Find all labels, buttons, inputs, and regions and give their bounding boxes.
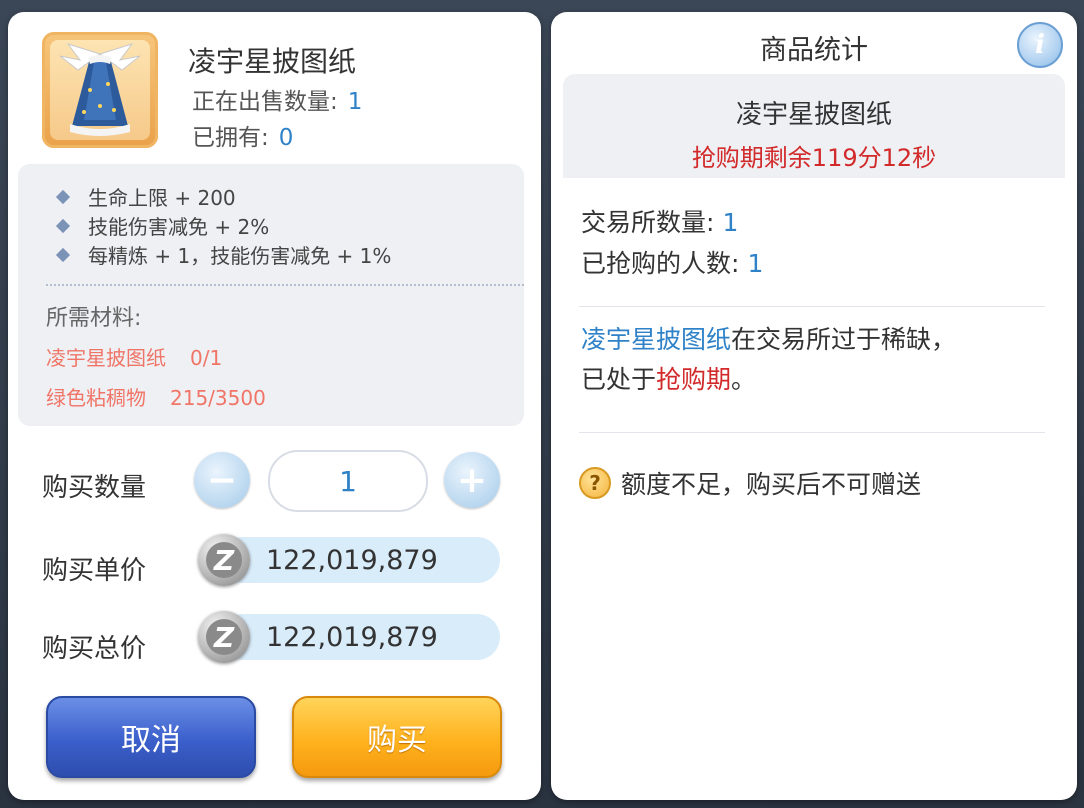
diamond-bullet-icon	[55, 247, 71, 262]
quantity-value: 1	[339, 464, 357, 498]
stats-body: 交易所数量: 1 已抢购的人数: 1 凌宇星披图纸在交易所过于稀缺， 已处于抢购期。…	[563, 178, 1065, 766]
info-button[interactable]: i	[1017, 22, 1063, 68]
minus-icon: −	[206, 459, 238, 501]
divider	[46, 284, 524, 286]
item-thumbnail[interactable]	[42, 32, 158, 148]
item-name: 凌宇星披图纸	[188, 45, 357, 78]
material-row[interactable]: 绿色粘稠物 215/3500	[46, 382, 266, 411]
diamond-bullet-icon	[55, 218, 71, 233]
desc-item-link[interactable]: 凌宇星披图纸	[581, 325, 731, 354]
minus-button[interactable]: −	[194, 452, 250, 508]
desc-text: 在交易所过于稀缺，	[731, 325, 957, 354]
buy-button[interactable]: 购买	[292, 696, 502, 778]
material-qty: 215/3500	[170, 386, 266, 410]
plus-button[interactable]: +	[444, 452, 500, 508]
zeny-coin-symbol: Z	[213, 620, 235, 654]
stats-panel: 商品统计 i 凌宇星披图纸 抢购期剩余119分12秒 交易所数量: 1 已抢购的人…	[551, 12, 1077, 800]
unit-price-value: 122,019,879	[266, 544, 438, 576]
desc-highlight: 抢购期	[656, 365, 732, 394]
diamond-bullet-icon	[55, 189, 71, 204]
owned-label: 已拥有:	[192, 125, 269, 151]
stats-item-name: 凌宇星披图纸	[735, 100, 892, 130]
flash-sale-timer: 抢购期剩余119分12秒	[691, 144, 937, 172]
attribute-row: 技能伤害减免 + 2%	[55, 211, 270, 240]
zeny-coin-symbol: Z	[213, 543, 235, 577]
zeny-coin-icon: Z	[198, 534, 250, 586]
info-icon: i	[1035, 30, 1045, 60]
quota-warning: ? 额度不足，购买后不可赠送	[579, 465, 921, 501]
stats-title: 商品统计	[760, 35, 868, 66]
material-row[interactable]: 凌宇星披图纸 0/1	[46, 342, 222, 371]
owned-value: 0	[278, 125, 294, 151]
cancel-label: 取消	[121, 723, 181, 758]
selling-count: 正在出售数量: 1	[192, 82, 362, 116]
unit-price-label: 购买单价	[42, 556, 147, 586]
buyers-value: 1	[747, 249, 764, 278]
plus-icon: +	[456, 459, 488, 501]
buyers-label: 已抢购的人数:	[581, 249, 740, 278]
exchange-label: 交易所数量:	[581, 208, 715, 237]
cancel-button[interactable]: 取消	[46, 696, 256, 778]
question-icon[interactable]: ?	[579, 467, 611, 499]
attribute-row: 每精炼 + 1，技能伤害减免 + 1%	[55, 240, 392, 269]
divider	[579, 306, 1045, 307]
desc-text: 已处于	[581, 365, 657, 394]
selling-value: 1	[347, 89, 363, 115]
desc-text: 。	[731, 365, 757, 394]
quantity-input[interactable]: 1	[268, 450, 428, 512]
attribute-text: 每精炼 + 1，技能伤害减免 + 1%	[88, 244, 392, 268]
exchange-count: 交易所数量: 1	[581, 203, 738, 239]
zeny-coin-icon: Z	[198, 611, 250, 663]
stats-content: 凌宇星披图纸 抢购期剩余119分12秒 交易所数量: 1 已抢购的人数: 1 凌宇星…	[563, 74, 1065, 766]
material-name: 凌宇星披图纸	[46, 346, 166, 370]
unit-price-bar: 122,019,879	[220, 537, 500, 583]
buy-label: 购买	[367, 723, 427, 758]
divider	[579, 432, 1045, 433]
warning-text: 额度不足，购买后不可赠送	[621, 470, 922, 499]
attribute-box: 生命上限 + 200 技能伤害减免 + 2% 每精炼 + 1，技能伤害减免 + …	[18, 164, 524, 426]
attribute-text: 生命上限 + 200	[88, 186, 236, 210]
selling-label: 正在出售数量:	[192, 89, 338, 115]
quantity-label: 购买数量	[42, 473, 147, 503]
scarcity-description: 凌宇星披图纸在交易所过于稀缺， 已处于抢购期。	[581, 320, 1051, 400]
cape-icon	[50, 40, 150, 140]
question-symbol: ?	[589, 471, 601, 495]
material-name: 绿色粘稠物	[46, 386, 146, 410]
buyers-count: 已抢购的人数: 1	[581, 244, 763, 280]
purchase-panel: 凌宇星披图纸 正在出售数量: 1 已拥有: 0 生命上限 + 200 技能伤害减免 …	[8, 12, 541, 800]
material-qty: 0/1	[190, 346, 223, 370]
attribute-row: 生命上限 + 200	[55, 182, 236, 211]
exchange-value: 1	[722, 208, 739, 237]
materials-title: 所需材料:	[46, 306, 142, 331]
attribute-text: 技能伤害减免 + 2%	[88, 215, 270, 239]
total-price-bar: 122,019,879	[220, 614, 500, 660]
owned-count: 已拥有: 0	[192, 118, 293, 152]
total-price-value: 122,019,879	[266, 621, 438, 653]
total-price-label: 购买总价	[42, 634, 147, 664]
